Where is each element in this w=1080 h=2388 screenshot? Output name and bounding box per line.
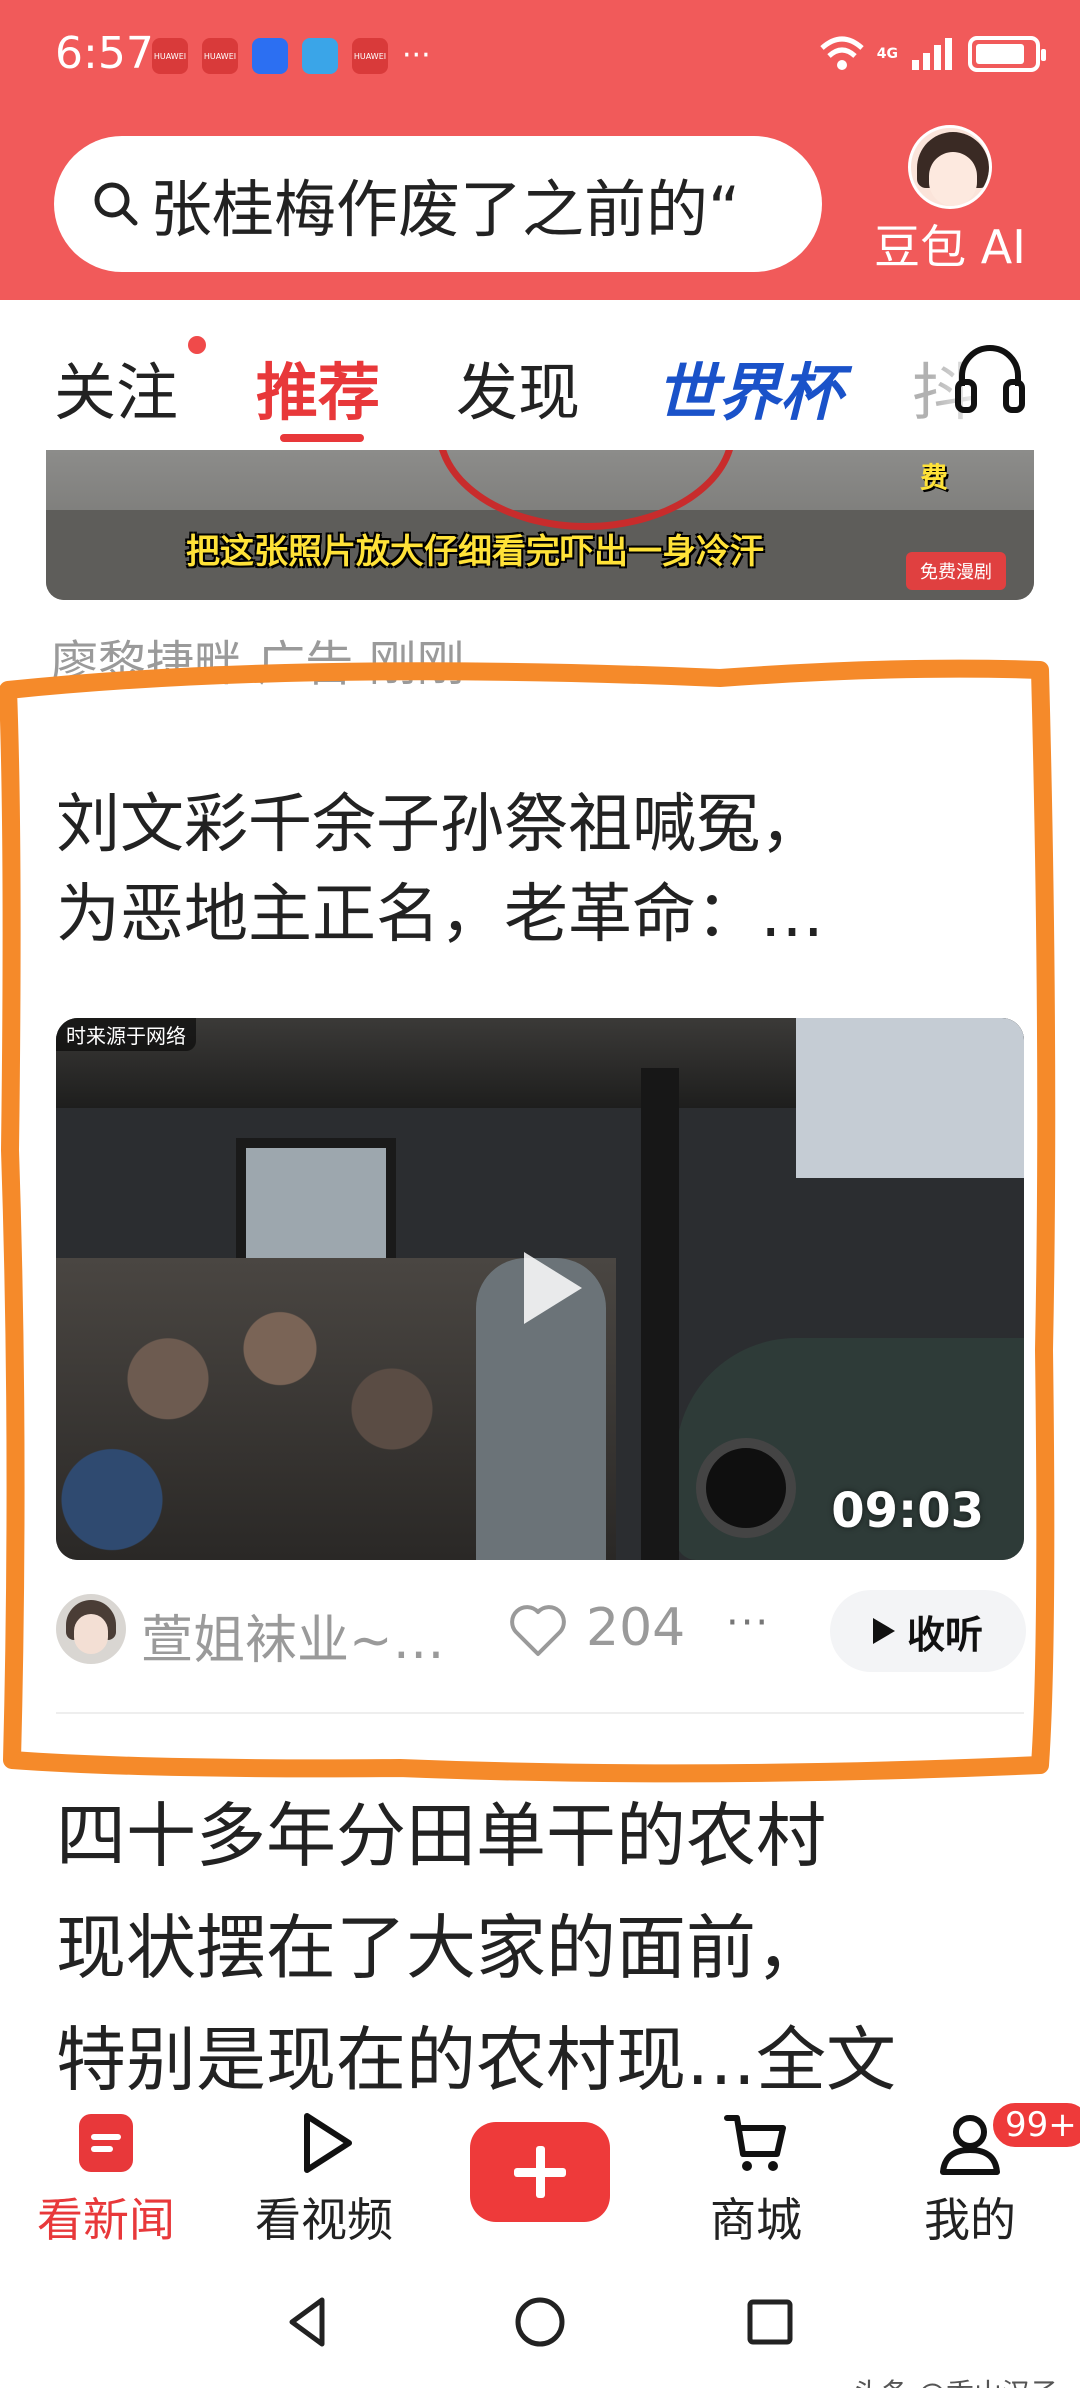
status-time: 6:57 <box>55 28 154 79</box>
video-duration: 09:03 <box>831 1483 984 1539</box>
headphone-icon[interactable] <box>954 338 1026 416</box>
nav-label: 我的 <box>924 2193 1016 2247</box>
status-app-icons: HUAWEI HUAWEI HUAWEI ··· <box>152 38 431 74</box>
ad-caption: 把这张照片放大仔细看完吓出一身冷汗 <box>186 532 764 572</box>
ad-side-text: 费 <box>919 461 948 494</box>
huawei-app-icon: HUAWEI <box>202 38 238 74</box>
more-options-icon[interactable]: ··· <box>726 1600 770 1646</box>
next-article-line: 特别是现在的农村现…全文 <box>56 2019 896 2100</box>
ad-badge: 免费漫剧 <box>906 552 1006 590</box>
search-query: 张桂梅作废了之前的“ <box>150 173 741 246</box>
play-outline-icon <box>304 2113 352 2173</box>
listen-label: 收听 <box>906 1612 983 1657</box>
system-nav-bar <box>0 2260 1080 2388</box>
article-meta: 萱姐袜业~… 204 ··· 收听 <box>56 1590 1026 1673</box>
status-indicators: 4G <box>819 36 1046 72</box>
divider <box>56 1712 1024 1714</box>
nav-label: 看新闻 <box>37 2193 175 2247</box>
watermark: 头条 @香山汉子 <box>853 2372 1058 2388</box>
news-icon <box>79 2114 133 2172</box>
listen-button[interactable]: 收听 <box>830 1590 1026 1672</box>
network-type: 4G <box>876 46 898 62</box>
channel-tabs: 关注 推荐 发现 世界杯 抖 <box>0 300 1080 450</box>
tab-recommend[interactable]: 推荐 <box>256 342 380 432</box>
next-article-text[interactable]: 四十多年分田单干的农村 现状摆在了大家的面前， 特别是现在的农村现…全文 <box>56 1780 1026 2100</box>
tab-follow[interactable]: 关注 <box>54 342 178 432</box>
author-avatar[interactable] <box>56 1594 126 1664</box>
nav-video[interactable]: 看视频 <box>234 2108 414 2250</box>
ai-avatar <box>908 125 992 209</box>
recent-apps-icon[interactable] <box>738 2290 802 2354</box>
more-notifications-icon: ··· <box>402 38 431 73</box>
search-input[interactable]: 张桂梅作废了之前的“ <box>54 136 822 272</box>
article-title-line: 为恶地主正名，老革命：… <box>56 878 824 952</box>
author-name[interactable]: 萱姐袜业~… <box>141 1598 445 1673</box>
home-icon[interactable] <box>508 2290 572 2354</box>
battery-icon <box>968 36 1046 72</box>
play-icon[interactable] <box>496 1238 596 1338</box>
active-tab-indicator <box>280 434 364 442</box>
battery-fill <box>976 44 1024 64</box>
publish-plus-button[interactable] <box>470 2122 610 2222</box>
article-title-line: 刘文彩千余子孙祭祖喊冤， <box>56 788 824 862</box>
wifi-icon <box>820 36 864 70</box>
new-dot-badge <box>188 336 206 354</box>
app-icon <box>302 38 338 74</box>
status-bar: 6:57 HUAWEI HUAWEI HUAWEI ··· 4G <box>0 0 1080 120</box>
notification-badge: 99+ <box>990 2100 1080 2150</box>
like-count: 204 <box>586 1598 686 1658</box>
search-icon <box>94 182 138 226</box>
bottom-nav: 看新闻 看视频 商城 我的 <box>0 2090 1080 2260</box>
next-article-line: 现状摆在了大家的面前， <box>56 1907 826 1989</box>
next-article-line: 四十多年分田单干的农村 <box>56 1795 826 1877</box>
ad-image[interactable]: 费 把这张照片放大仔细看完吓出一身冷汗 免费漫剧 <box>46 450 1034 600</box>
huawei-app-icon: HUAWEI <box>152 38 188 74</box>
tab-discover[interactable]: 发现 <box>456 342 580 432</box>
tab-world-cup[interactable]: 世界杯 <box>656 342 842 432</box>
doubao-ai-button[interactable]: 豆包 AI <box>850 125 1050 277</box>
app-icon <box>252 38 288 74</box>
play-small-icon <box>872 1618 895 1644</box>
signal-icon <box>912 38 952 70</box>
huawei-app-icon: HUAWEI <box>352 38 388 74</box>
heart-icon[interactable] <box>508 1602 568 1658</box>
ai-label: 豆包 AI <box>874 220 1026 274</box>
nav-label: 商城 <box>710 2193 802 2247</box>
header: 6:57 HUAWEI HUAWEI HUAWEI ··· 4G 张桂梅作废了之… <box>0 0 1080 300</box>
article-title[interactable]: 刘文彩千余子孙祭祖喊冤， 为恶地主正名，老革命：… <box>56 780 1026 960</box>
cart-icon <box>724 2115 786 2171</box>
nav-label: 看视频 <box>255 2193 393 2247</box>
ad-meta: 廖黎捷畔 广告 刚刚 <box>50 636 465 692</box>
video-source-tag: 时来源于网络 <box>56 1018 196 1051</box>
video-thumbnail[interactable]: 时来源于网络 09:03 <box>56 1018 1024 1560</box>
back-icon[interactable] <box>276 2290 340 2354</box>
nav-news[interactable]: 看新闻 <box>16 2108 196 2250</box>
nav-mall[interactable]: 商城 <box>666 2108 846 2250</box>
